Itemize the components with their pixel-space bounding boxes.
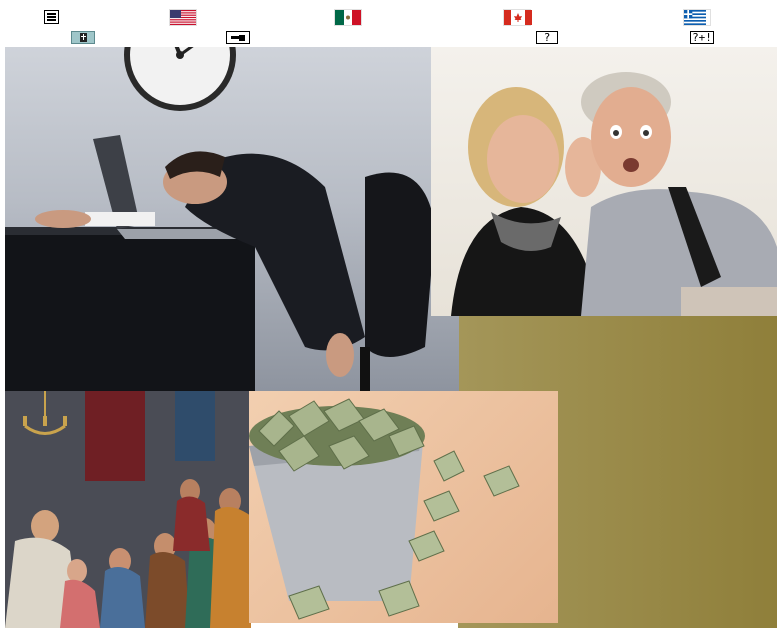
canada-flag-icon[interactable] bbox=[504, 10, 532, 25]
tired-businessman-photo bbox=[5, 47, 459, 391]
whispering-couple-photo bbox=[431, 47, 777, 316]
mexico-flag-icon[interactable] bbox=[335, 10, 361, 25]
greece-flag-icon[interactable] bbox=[684, 10, 710, 25]
bible-book-icon[interactable] bbox=[71, 31, 95, 44]
us-flag-icon[interactable] bbox=[170, 10, 196, 25]
pointing-hand-icon[interactable] bbox=[226, 31, 250, 44]
help-plus-button[interactable]: ?+! bbox=[690, 31, 714, 44]
biblical-scene-painting bbox=[5, 391, 251, 628]
hamburger-menu-icon[interactable] bbox=[44, 10, 59, 24]
money-bucket-photo bbox=[249, 391, 558, 623]
help-button[interactable]: ? bbox=[536, 31, 558, 44]
